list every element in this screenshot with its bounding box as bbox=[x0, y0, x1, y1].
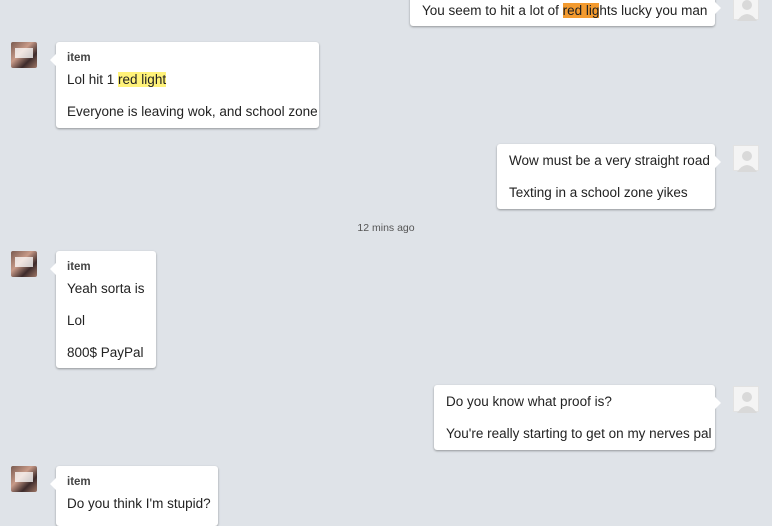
message-text: Lol hit 1 red light bbox=[67, 72, 167, 87]
message-text: 800$ PayPal bbox=[67, 345, 144, 360]
message-text: Everyone is leaving wok, and school zone bbox=[67, 104, 318, 119]
search-highlight: red light bbox=[118, 72, 167, 87]
user-avatar-icon bbox=[733, 386, 759, 413]
message-bubble-incoming[interactable]: item Yeah sorta is Lol 800$ PayPal bbox=[50, 251, 156, 368]
message-text: Texting in a school zone yikes bbox=[509, 185, 688, 200]
message-text: Wow must be a very straight road bbox=[509, 153, 710, 168]
message-bubble-outgoing[interactable]: You seem to hit a lot of red lights luck… bbox=[410, 0, 721, 26]
message-text: You seem to hit a lot of red lights luck… bbox=[422, 3, 708, 18]
message-bubble-incoming[interactable]: item Do you think I'm stupid? bbox=[50, 466, 218, 526]
message-timestamp: 12 mins ago bbox=[357, 222, 415, 234]
message-bubble-incoming[interactable]: item Lol hit 1 red light Everyone is lea… bbox=[50, 42, 319, 128]
message-bubble-outgoing[interactable]: Wow must be a very straight road Texting… bbox=[497, 144, 721, 209]
search-highlight: red lig bbox=[562, 3, 600, 18]
sender-name: item bbox=[67, 261, 91, 273]
message-bubble-outgoing[interactable]: Do you know what proof is? You're really… bbox=[434, 385, 721, 450]
message-text: Lol bbox=[67, 313, 86, 328]
message-text: You're really starting to get on my nerv… bbox=[446, 426, 712, 441]
message-text: Yeah sorta is bbox=[67, 281, 145, 296]
sender-name: item bbox=[67, 476, 91, 488]
user-avatar-icon bbox=[733, 145, 759, 172]
contact-avatar-icon[interactable] bbox=[11, 466, 37, 492]
message-text: Do you think I'm stupid? bbox=[67, 496, 211, 511]
sender-name: item bbox=[67, 52, 91, 64]
user-avatar-icon bbox=[733, 0, 759, 21]
contact-avatar-icon[interactable] bbox=[11, 42, 37, 68]
message-text: Do you know what proof is? bbox=[446, 394, 612, 409]
contact-avatar-icon[interactable] bbox=[11, 251, 37, 277]
